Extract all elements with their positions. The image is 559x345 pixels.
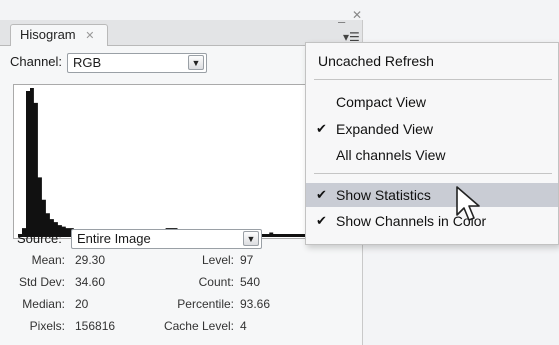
stat-level-label: Level: xyxy=(201,253,234,267)
close-icon[interactable]: ✕ xyxy=(352,8,362,22)
channel-label: Channel: xyxy=(10,54,63,69)
stat-mean-value: 29.30 xyxy=(75,253,106,267)
stat-stddev-label: Std Dev: xyxy=(18,275,65,289)
source-select[interactable]: Entire Image ▼ xyxy=(71,229,262,249)
stat-pixels-value: 156816 xyxy=(75,319,116,333)
menu-item-uncached-refresh[interactable]: Uncached Refresh xyxy=(306,49,558,73)
menu-separator xyxy=(314,79,552,80)
checkmark-icon: ✔ xyxy=(316,121,327,136)
stat-cache-level-value: 4 xyxy=(240,319,247,333)
minimize-icon[interactable]: – xyxy=(338,14,345,29)
tab-title: Hisogram xyxy=(20,27,76,42)
menu-item-all-channels-view[interactable]: All channels View xyxy=(306,143,558,167)
stat-percentile-value: 93.66 xyxy=(240,297,271,311)
stat-cache-level-label: Cache Level: xyxy=(163,319,234,333)
menu-item-label: Uncached Refresh xyxy=(318,53,434,69)
checkmark-icon: ✔ xyxy=(316,213,327,228)
panel-flyout-menu: Uncached Refresh Compact View ✔ Expanded… xyxy=(305,42,559,245)
tab-histogram[interactable]: Hisogram ✕ xyxy=(10,24,108,46)
menu-item-show-statistics[interactable]: ✔ Show Statistics xyxy=(306,183,558,207)
source-row: Source: xyxy=(17,231,62,246)
stat-stddev-value: 34.60 xyxy=(75,275,106,289)
tab-close-icon[interactable]: ✕ xyxy=(85,30,94,42)
stat-count-value: 540 xyxy=(240,275,261,289)
mouse-pointer-icon xyxy=(456,186,480,221)
stat-mean-label: Mean: xyxy=(31,253,65,267)
stat-level-value: 97 xyxy=(240,253,254,267)
menu-item-label: Expanded View xyxy=(336,121,434,137)
window-controls: – ✕ ▾☰ xyxy=(330,6,370,44)
stat-percentile-label: Percentile: xyxy=(177,297,234,311)
source-label: Source: xyxy=(17,231,62,246)
stat-median-value: 20 xyxy=(75,297,89,311)
chevron-down-icon[interactable]: ▼ xyxy=(243,231,259,246)
menu-item-label: All channels View xyxy=(336,147,446,163)
channel-row: Channel: xyxy=(10,54,62,69)
stat-pixels-label: Pixels: xyxy=(29,319,65,333)
chevron-down-icon[interactable]: ▼ xyxy=(188,55,204,70)
menu-item-show-channels-in-color[interactable]: ✔ Show Channels in Color xyxy=(306,209,558,233)
menu-item-compact-view[interactable]: Compact View xyxy=(306,90,558,114)
checkmark-icon: ✔ xyxy=(316,187,327,202)
channel-select[interactable]: RGB ▼ xyxy=(67,53,207,73)
channel-select-value: RGB xyxy=(73,55,102,70)
stat-count-label: Count: xyxy=(198,275,234,289)
stat-median-label: Median: xyxy=(22,297,65,311)
menu-item-label: Compact View xyxy=(336,94,427,110)
source-select-value: Entire Image xyxy=(77,231,151,246)
menu-separator xyxy=(314,173,552,174)
menu-item-label: Show Statistics xyxy=(336,187,431,203)
menu-item-expanded-view[interactable]: ✔ Expanded View xyxy=(306,117,558,141)
